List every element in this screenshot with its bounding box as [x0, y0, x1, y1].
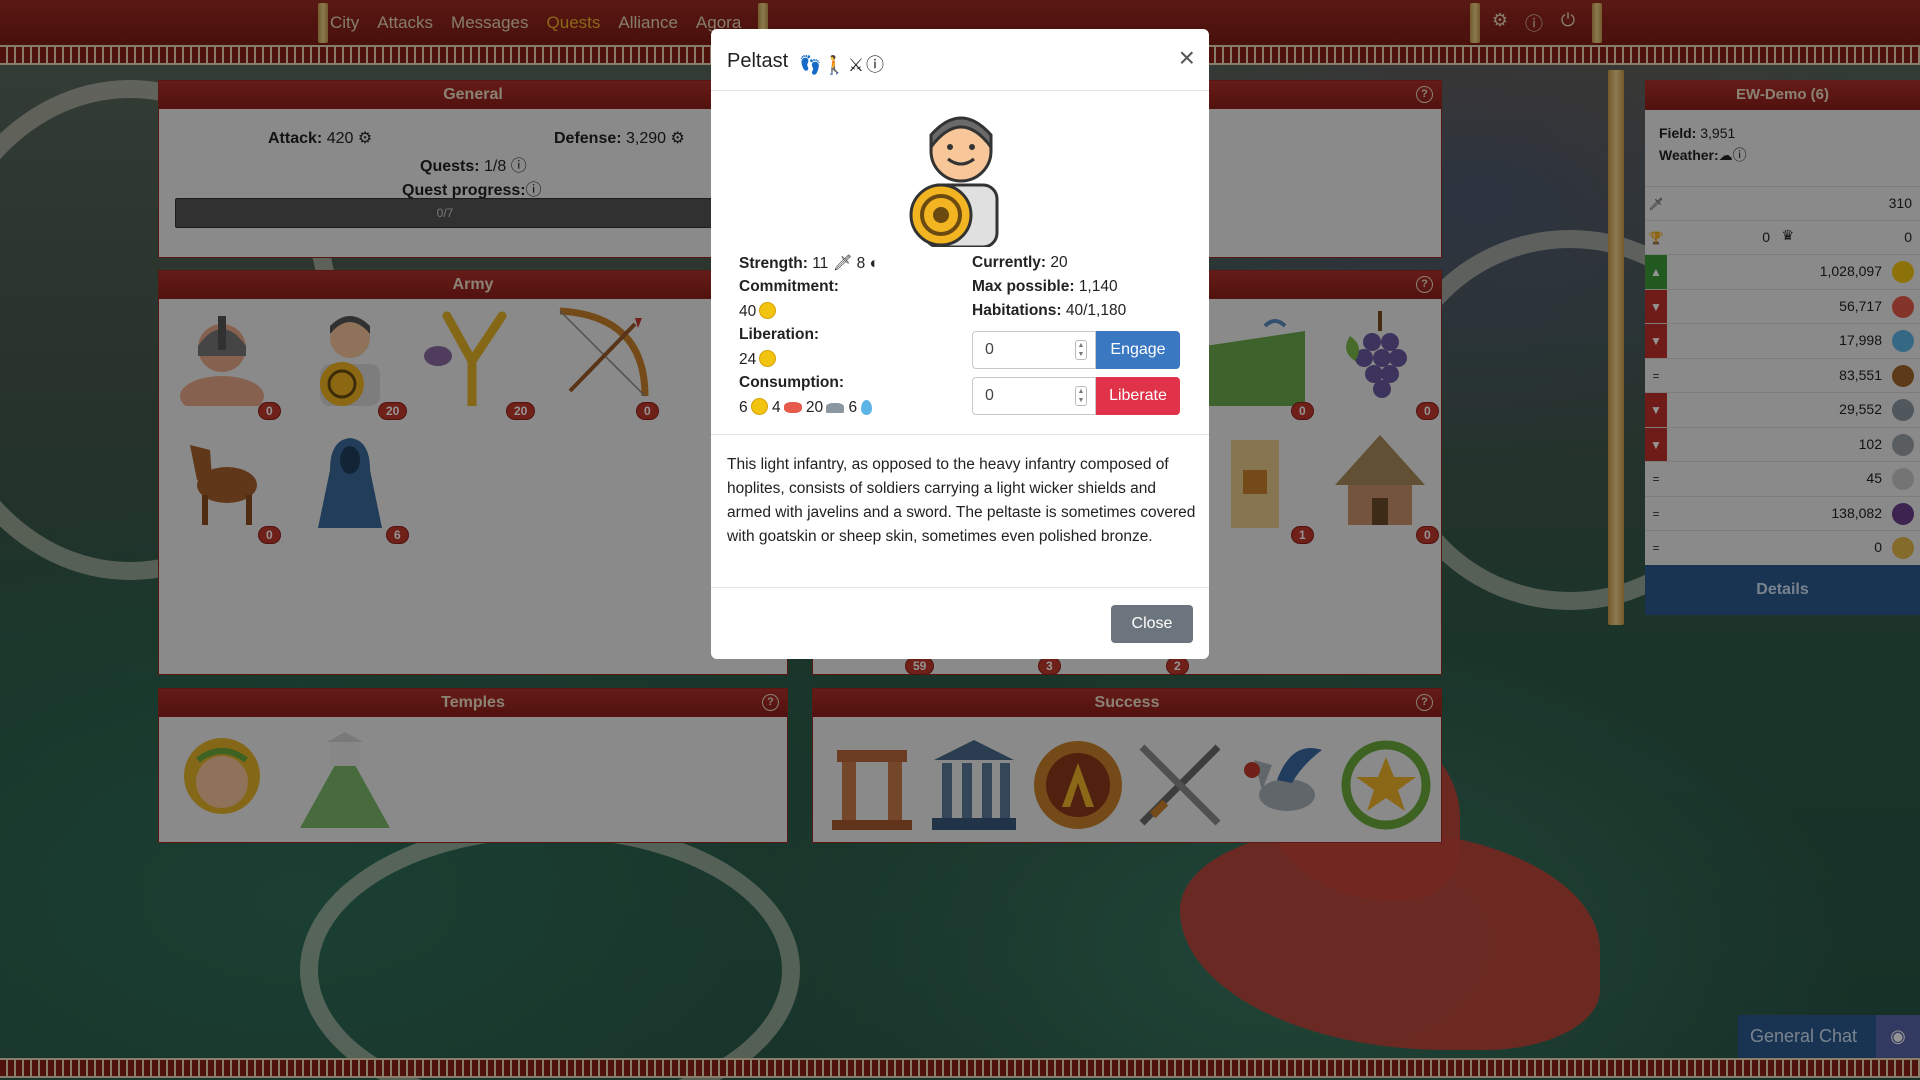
commitment-value: 40: [739, 302, 777, 321]
attack-icon: ⚔: [847, 55, 866, 75]
close-button[interactable]: Close: [1111, 605, 1193, 643]
gold-icon: [759, 302, 777, 319]
max-possible-stat: Max possible: 1,140: [972, 278, 1118, 295]
unit-description: This light infantry, as opposed to the h…: [727, 456, 1196, 545]
consumption-label: Consumption:: [739, 374, 845, 391]
modal-title: Peltast: [727, 50, 789, 72]
liberate-quantity-input[interactable]: 0 ▲ ▼: [972, 377, 1096, 415]
person-icon: 🚶: [823, 55, 848, 75]
liberate-button[interactable]: Liberate: [1096, 377, 1180, 415]
liberation-label: Liberation:: [739, 326, 820, 343]
close-icon[interactable]: ×: [1179, 44, 1195, 72]
divider: [711, 587, 1209, 588]
foot-icon: 👣: [799, 55, 824, 75]
currently-stat: Currently: 20: [972, 254, 1068, 271]
commitment-label: Commitment:: [739, 278, 839, 295]
peltast-portrait-icon: [909, 116, 999, 247]
strength-stat: Strength: 11 🗡 8 ◐: [739, 255, 879, 272]
habitations-stat: Habitations: 40/1,180: [972, 302, 1127, 319]
liberation-value: 24: [739, 350, 777, 369]
stepper-icon[interactable]: ▲ ▼: [1075, 386, 1087, 406]
stone-icon: [826, 403, 845, 413]
sword-icon: 🗡: [832, 255, 853, 272]
gold-icon: [759, 350, 777, 367]
stepper-icon[interactable]: ▲ ▼: [1075, 340, 1087, 360]
unit-modal: Peltast 👣🚶⚔ⓘ × Strength: 11 🗡 8 ◐ Commit…: [711, 29, 1209, 659]
consumption-values: 6 4 20 6: [739, 398, 873, 417]
help-icon[interactable]: ⓘ: [866, 55, 886, 75]
engage-button[interactable]: Engage: [1096, 331, 1180, 369]
water-drop-icon: [861, 400, 873, 415]
shield-icon: ◐: [869, 255, 879, 272]
gold-icon: [750, 398, 768, 415]
engage-quantity-input[interactable]: 0 ▲ ▼: [972, 331, 1096, 369]
divider: [711, 434, 1209, 435]
meat-icon: [783, 402, 802, 413]
